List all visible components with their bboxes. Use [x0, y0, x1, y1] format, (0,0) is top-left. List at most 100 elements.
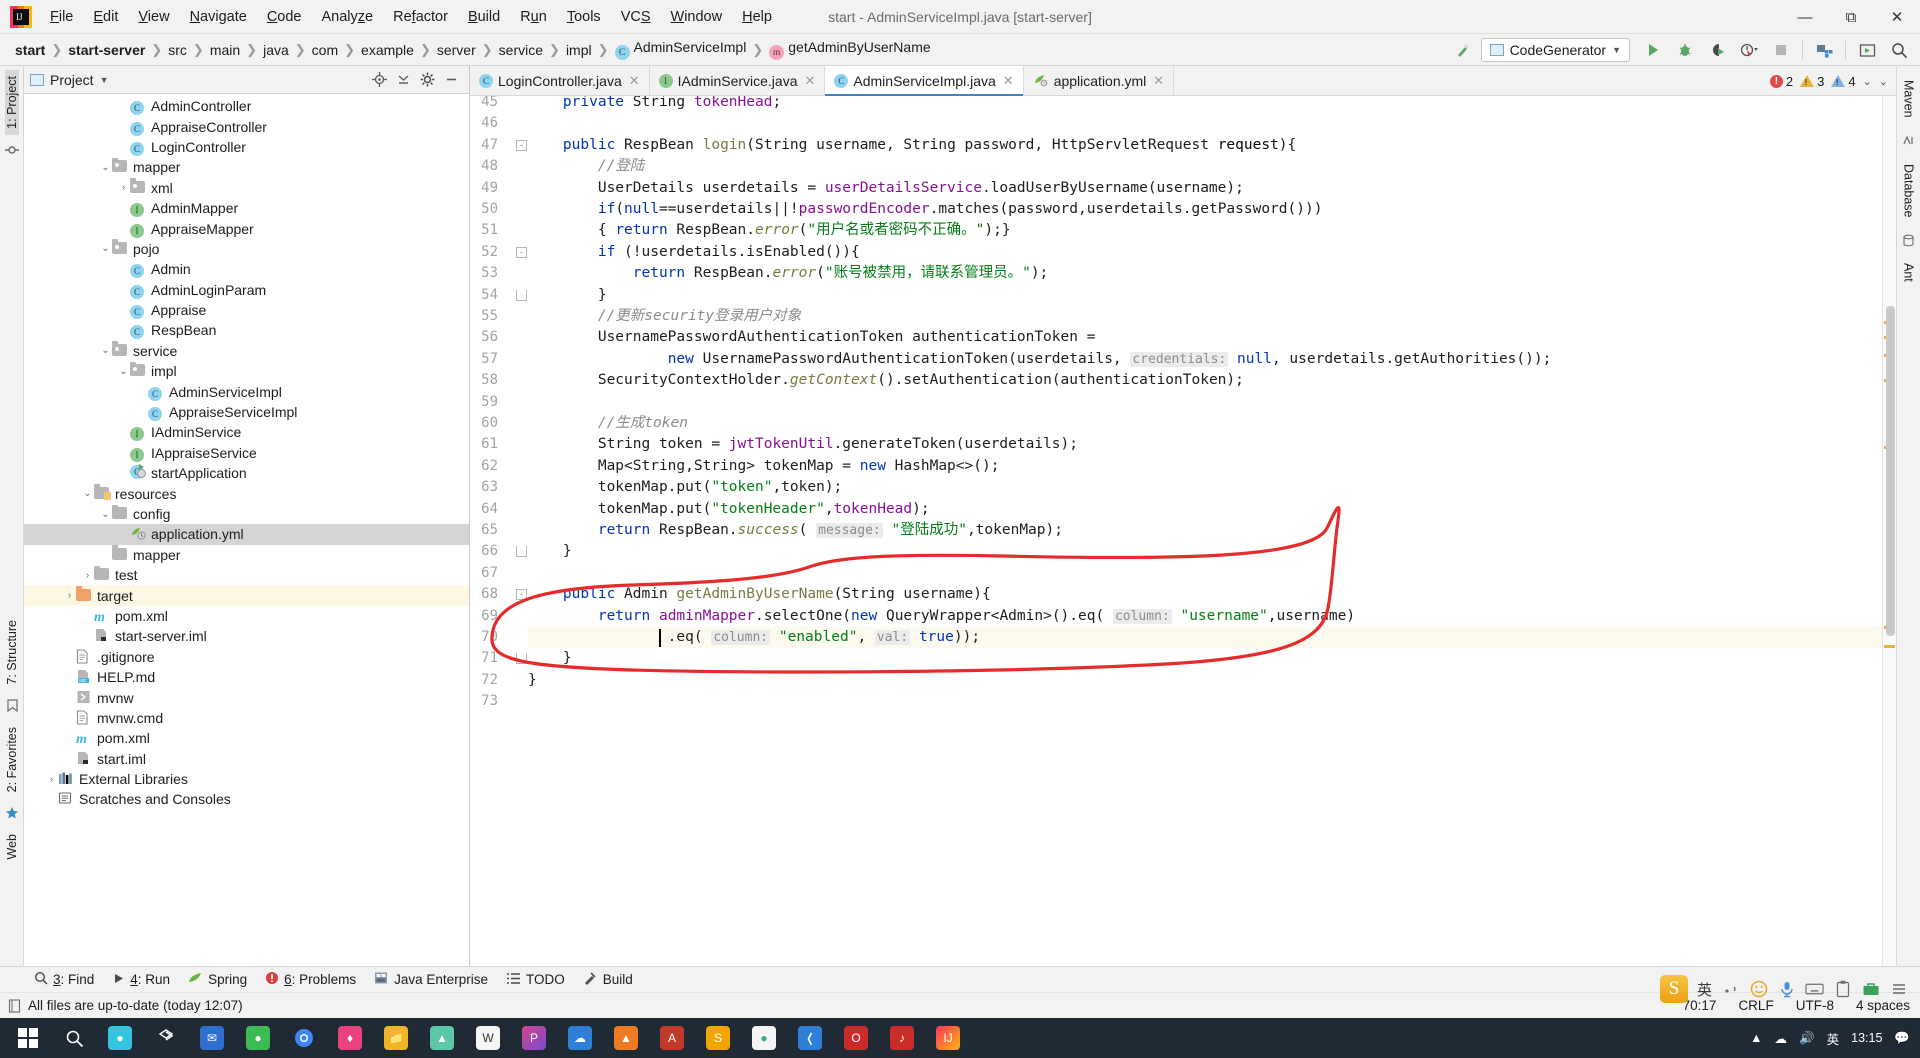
tool-window-maven[interactable]: Maven: [1902, 72, 1916, 126]
tree-item-gitignore[interactable]: .gitignore: [24, 647, 469, 667]
tree-item-pojo[interactable]: ⌄ pojo: [24, 239, 469, 259]
tree-expand-arrow[interactable]: ⌄: [99, 162, 112, 173]
window-controls[interactable]: — ⧉ ✕: [1782, 0, 1920, 34]
tray-network-icon[interactable]: ☁: [1775, 1031, 1788, 1046]
tree-item-help-md[interactable]: MD HELP.md: [24, 667, 469, 687]
code-content[interactable]: private String tokenHead; public RespBea…: [528, 96, 1882, 966]
taskbar-app-ppt[interactable]: P: [512, 1019, 556, 1057]
tool-window-java-enterprise[interactable]: Java Enterprise: [366, 969, 496, 990]
chevron-down-icon[interactable]: ⌄: [1863, 75, 1872, 88]
code-editor[interactable]: 45 46 47 - 48 49 50 51 52 - 53 54 55 56 57 58 59 60 61 62 63…: [470, 96, 1896, 966]
breadcrumb-item-com[interactable]: com: [307, 41, 343, 59]
collapse-all-icon[interactable]: [391, 69, 415, 91]
taskbar-app-cloud[interactable]: ☁: [558, 1019, 602, 1057]
breadcrumb-item-class[interactable]: C AdminServiceImpl: [610, 38, 752, 62]
tree-item-impl[interactable]: ⌄ impl: [24, 361, 469, 381]
keyboard-icon[interactable]: [1805, 980, 1824, 999]
locate-icon[interactable]: [367, 69, 391, 91]
breadcrumb-item-example[interactable]: example: [356, 41, 419, 59]
profiler-icon[interactable]: [1734, 37, 1764, 63]
editor-tabs[interactable]: C LoginController.java ✕ I IAdminService.jav…: [470, 66, 1896, 96]
menu-icon[interactable]: [1889, 980, 1908, 999]
expand-icon[interactable]: ⌄: [1879, 75, 1888, 88]
editor-gutter[interactable]: 45 46 47 - 48 49 50 51 52 - 53 54 55 56 57 58 59 60 61 62 63…: [470, 96, 528, 966]
breadcrumb-item-method[interactable]: m getAdminByUserName: [764, 38, 935, 62]
punctuation-icon[interactable]: [1721, 980, 1740, 999]
tab-close-icon[interactable]: ✕: [1153, 73, 1164, 89]
menu-build[interactable]: Build: [458, 5, 510, 29]
breadcrumb-item-start-server[interactable]: start-server: [63, 41, 150, 59]
code-line-60[interactable]: //生成token: [528, 413, 688, 434]
ime-mode-label[interactable]: 英: [1697, 979, 1712, 1000]
fold-end-icon[interactable]: [516, 546, 527, 558]
code-line-54[interactable]: }: [528, 285, 607, 306]
tool-window-structure[interactable]: 7: Structure: [5, 614, 19, 691]
tree-item-target[interactable]: › target: [24, 585, 469, 606]
tree-item-appraise[interactable]: C Appraise: [24, 300, 469, 320]
tree-item-application-yml[interactable]: application.yml: [24, 524, 469, 545]
taskbar-app-idea[interactable]: IJ: [926, 1019, 970, 1057]
menu-help[interactable]: Help: [732, 5, 782, 29]
code-line-47[interactable]: public RespBean login(String username, S…: [528, 135, 1296, 156]
editor-tab-logincontroller-java[interactable]: C LoginController.java ✕: [470, 66, 650, 95]
close-button[interactable]: ✕: [1874, 0, 1920, 34]
menu-analyze[interactable]: Analyze: [312, 5, 384, 29]
menu-code[interactable]: Code: [257, 5, 312, 29]
taskbar-app-sogou[interactable]: S: [696, 1019, 740, 1057]
tree-item-external-libraries[interactable]: › External Libraries: [24, 769, 469, 789]
taskbar-app-store[interactable]: ♦: [328, 1019, 372, 1057]
menu-edit[interactable]: Edit: [83, 5, 128, 29]
tree-item-appraiseserviceimpl[interactable]: C AppraiseServiceImpl: [24, 402, 469, 422]
code-line-49[interactable]: UserDetails userdetails = userDetailsSer…: [528, 178, 1244, 199]
commit-icon[interactable]: [3, 141, 21, 159]
tool-window-project[interactable]: 1: Project: [4, 70, 19, 135]
project-tree[interactable]: C AdminController C AppraiseController C Logi…: [24, 94, 469, 966]
tree-item-pom-xml[interactable]: m pom.xml: [24, 728, 469, 748]
tool-window-bar[interactable]: 3: Find 4: Run Spring 6: Problems Java Enter…: [0, 966, 1920, 992]
tool-window-ant[interactable]: Ant: [1902, 255, 1916, 290]
chevron-down-icon[interactable]: ▼: [100, 75, 109, 85]
settings-gear-icon[interactable]: [415, 69, 439, 91]
code-line-63[interactable]: tokenMap.put("token",token);: [528, 477, 842, 498]
breadcrumb-item-server[interactable]: server: [432, 41, 481, 59]
taskbar-app-folder[interactable]: 📁: [374, 1019, 418, 1057]
tree-item-appraisecontroller[interactable]: C AppraiseController: [24, 116, 469, 136]
tree-item-respbean[interactable]: C RespBean: [24, 320, 469, 340]
marker-warning[interactable]: [1884, 645, 1895, 648]
fold-end-icon[interactable]: [516, 653, 527, 665]
tool-window-todo[interactable]: TODO: [498, 970, 573, 990]
tree-item-start-iml[interactable]: start.iml: [24, 749, 469, 769]
system-tray[interactable]: ▲ ☁ 🔊 英 13:15 💬: [1750, 1029, 1916, 1048]
run-with-coverage-icon[interactable]: [1702, 37, 1732, 63]
tree-item-adminserviceimpl[interactable]: C AdminServiceImpl: [24, 381, 469, 401]
debug-icon[interactable]: [1670, 37, 1700, 63]
breadcrumb-item-service[interactable]: service: [494, 41, 548, 59]
editor-tab-iadminservice-java[interactable]: I IAdminService.java ✕: [650, 66, 826, 95]
breadcrumb-item-impl[interactable]: impl: [561, 41, 597, 59]
run-icon[interactable]: [1638, 37, 1668, 63]
taskbar-app-chrome[interactable]: [282, 1019, 326, 1057]
hide-icon[interactable]: [439, 69, 463, 91]
taskbar-app-explorer[interactable]: ●: [98, 1019, 142, 1057]
code-line-69[interactable]: return adminMapper.selectOne(new QueryWr…: [528, 606, 1355, 627]
tree-item-appraisemapper[interactable]: I AppraiseMapper: [24, 218, 469, 238]
smiley-icon[interactable]: [1749, 980, 1768, 999]
warning-count-group[interactable]: ! 3: [1800, 74, 1824, 89]
tree-item-admincontroller[interactable]: C AdminController: [24, 96, 469, 116]
breadcrumb-item-start[interactable]: start: [10, 41, 50, 59]
fold-end-icon[interactable]: [516, 289, 527, 301]
taskbar-app-pdf[interactable]: A: [650, 1019, 694, 1057]
menu-tools[interactable]: Tools: [557, 5, 611, 29]
search-everywhere-icon[interactable]: [1884, 37, 1914, 63]
select-in-icon[interactable]: [1852, 37, 1882, 63]
code-line-62[interactable]: Map<String,String> tokenMap = new HashMa…: [528, 456, 1000, 477]
minimize-button[interactable]: —: [1782, 0, 1828, 34]
code-line-64[interactable]: tokenMap.put("tokenHeader",tokenHead);: [528, 499, 930, 520]
tree-item-adminloginparam[interactable]: C AdminLoginParam: [24, 280, 469, 300]
mic-icon[interactable]: [1777, 980, 1796, 999]
tree-expand-arrow[interactable]: ⌄: [81, 488, 94, 499]
windows-taskbar[interactable]: ● ✉ ● ♦ 📁 ▲ W P ☁ ▲ A S ● ❬ O ♪ IJ ▲ ☁ 🔊…: [0, 1018, 1920, 1058]
bookmarks-icon[interactable]: [3, 697, 21, 715]
editor-tab-application-yml[interactable]: application.yml ✕: [1024, 66, 1175, 95]
tray-volume-icon[interactable]: 🔊: [1799, 1031, 1815, 1046]
